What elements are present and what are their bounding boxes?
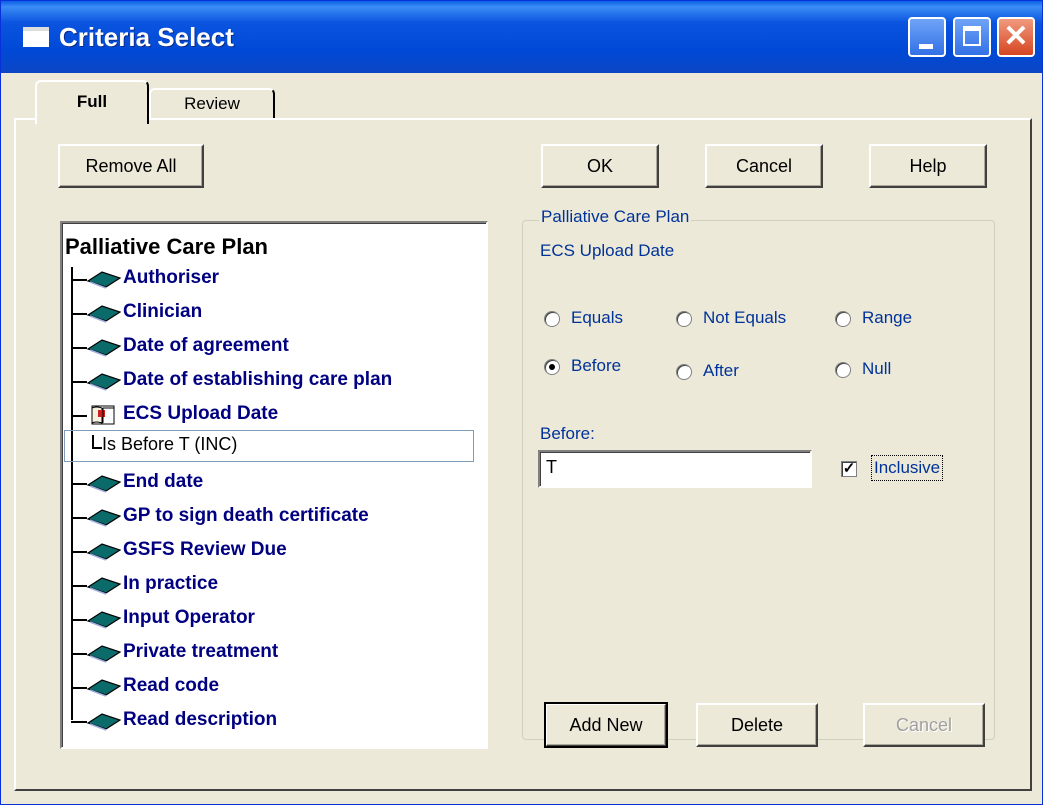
window-icon <box>23 27 49 47</box>
tab-review[interactable]: Review <box>149 88 275 120</box>
criteria-select-window: Criteria Select ✕ Full Review Remove All… <box>0 0 1043 805</box>
close-button[interactable]: ✕ <box>997 17 1035 57</box>
tab-label: Review <box>184 94 240 113</box>
window-title: Criteria Select <box>59 22 234 52</box>
minimize-icon <box>919 44 933 49</box>
minimize-button[interactable] <box>908 17 946 57</box>
title-bar[interactable]: Criteria Select ✕ <box>1 1 1042 73</box>
maximize-icon <box>963 26 981 46</box>
close-icon: ✕ <box>1003 20 1029 53</box>
tab-full[interactable]: Full <box>35 80 149 124</box>
tab-panel <box>14 118 1032 791</box>
tab-label: Full <box>76 92 108 111</box>
maximize-button[interactable] <box>953 17 991 57</box>
